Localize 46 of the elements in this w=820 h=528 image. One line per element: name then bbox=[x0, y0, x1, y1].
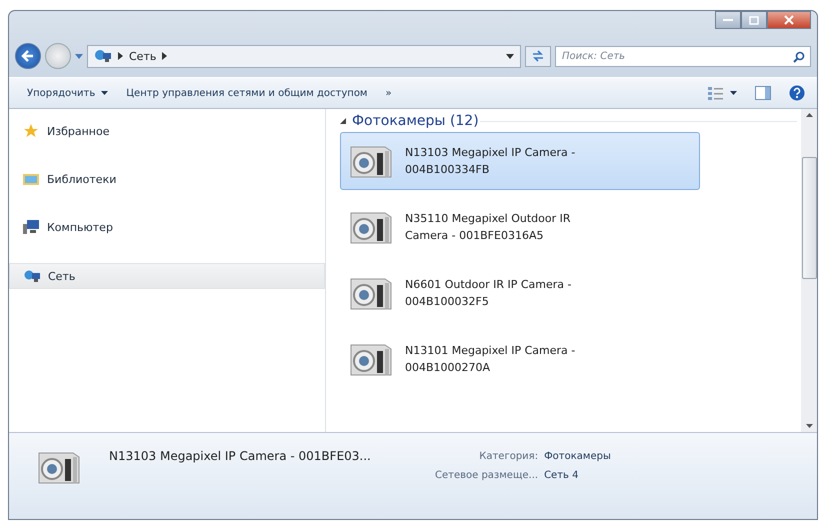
sidebar-item[interactable]: Сеть bbox=[9, 263, 325, 289]
item-name: N13103 Megapixel IP Camera - 001BFE03... bbox=[109, 448, 372, 463]
dropdown-arrow-icon[interactable] bbox=[506, 54, 514, 58]
property-label: Сетевое размеще... bbox=[435, 470, 538, 481]
close-button[interactable] bbox=[767, 11, 811, 29]
close-icon bbox=[784, 15, 794, 25]
chevron-icon[interactable] bbox=[118, 52, 123, 60]
scroll-down-arrow-icon[interactable] bbox=[806, 424, 812, 428]
folder-icon bbox=[23, 172, 39, 186]
help-icon[interactable] bbox=[789, 85, 805, 101]
scrollbar[interactable] bbox=[801, 109, 817, 432]
minimize-button[interactable] bbox=[715, 11, 741, 29]
refresh-icon bbox=[531, 50, 545, 62]
search-icon bbox=[793, 50, 805, 62]
property-value: Фотокамеры bbox=[544, 451, 611, 462]
camera-item[interactable]: N35110 Megapixel Outdoor IR Camera - 001BFE0316A5 bbox=[340, 198, 700, 256]
network-icon bbox=[24, 269, 40, 283]
property-value: Сеть 4 bbox=[544, 470, 580, 481]
maximize-icon bbox=[749, 16, 759, 24]
camera-item[interactable]: N13101 Megapixel IP Camera - 004B1000270A bbox=[340, 330, 700, 388]
camera-item[interactable]: N6601 Outdoor IR IP Camera - 004B100032F5 bbox=[340, 264, 700, 322]
toolbar-button[interactable]: Упорядочить bbox=[21, 84, 114, 102]
sidebar-item[interactable]: Компьютер bbox=[9, 215, 325, 239]
sidebar-item[interactable]: Библиотеки bbox=[9, 167, 325, 191]
more-button[interactable]: » bbox=[379, 84, 398, 102]
sidebar-item[interactable]: Избранное bbox=[9, 119, 325, 143]
network-icon bbox=[94, 49, 112, 63]
chevron-icon[interactable] bbox=[162, 52, 168, 60]
refresh-button[interactable] bbox=[525, 46, 551, 66]
group-header[interactable]: Фотокамеры (12) bbox=[340, 113, 797, 129]
search-field[interactable]: Поиск: Сеть bbox=[555, 46, 811, 66]
maximize-button[interactable] bbox=[741, 11, 767, 29]
computer-icon bbox=[23, 220, 39, 234]
dropdown-arrow-icon[interactable] bbox=[730, 91, 737, 95]
minimize-icon bbox=[723, 18, 733, 22]
back-button[interactable] bbox=[15, 43, 41, 69]
back-arrow-icon bbox=[21, 49, 35, 63]
toolbar-button[interactable]: Центр управления сетями и общим доступом bbox=[120, 84, 374, 102]
star-icon bbox=[23, 123, 39, 139]
property-label: Категория: bbox=[478, 451, 538, 462]
camera-item[interactable]: N13103 Megapixel IP Camera - 004B100334FB bbox=[340, 132, 700, 190]
address-bar[interactable]: Сеть bbox=[87, 44, 521, 68]
scroll-up-arrow-icon[interactable] bbox=[806, 113, 812, 117]
preview-pane-icon[interactable] bbox=[755, 86, 771, 100]
view-options-icon[interactable] bbox=[708, 86, 724, 100]
breadcrumb-item[interactable]: Сеть bbox=[129, 50, 156, 62]
